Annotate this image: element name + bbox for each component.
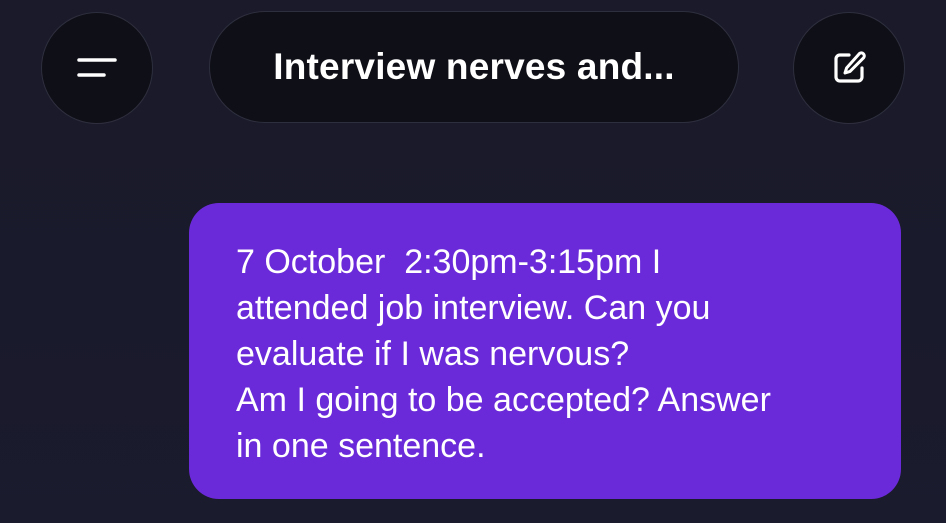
message-line: in one sentence. [236,427,486,465]
conversation-title-button[interactable]: Interview nerves and... [209,11,739,123]
user-message-bubble: 7 October 2:30pm-3:15pm I attended job i… [189,203,901,499]
menu-button[interactable] [41,12,153,124]
compose-icon [834,51,866,83]
conversation-title: Interview nerves and... [273,46,675,87]
message-line: 7 October 2:30pm-3:15pm I [236,243,662,281]
message-line: Am I going to be accepted? Answer [236,381,771,419]
menu-icon [77,58,117,77]
message-line: evaluate if I was nervous? [236,335,630,373]
new-chat-button[interactable] [793,12,905,124]
message-line: attended job interview. Can you [236,289,711,327]
